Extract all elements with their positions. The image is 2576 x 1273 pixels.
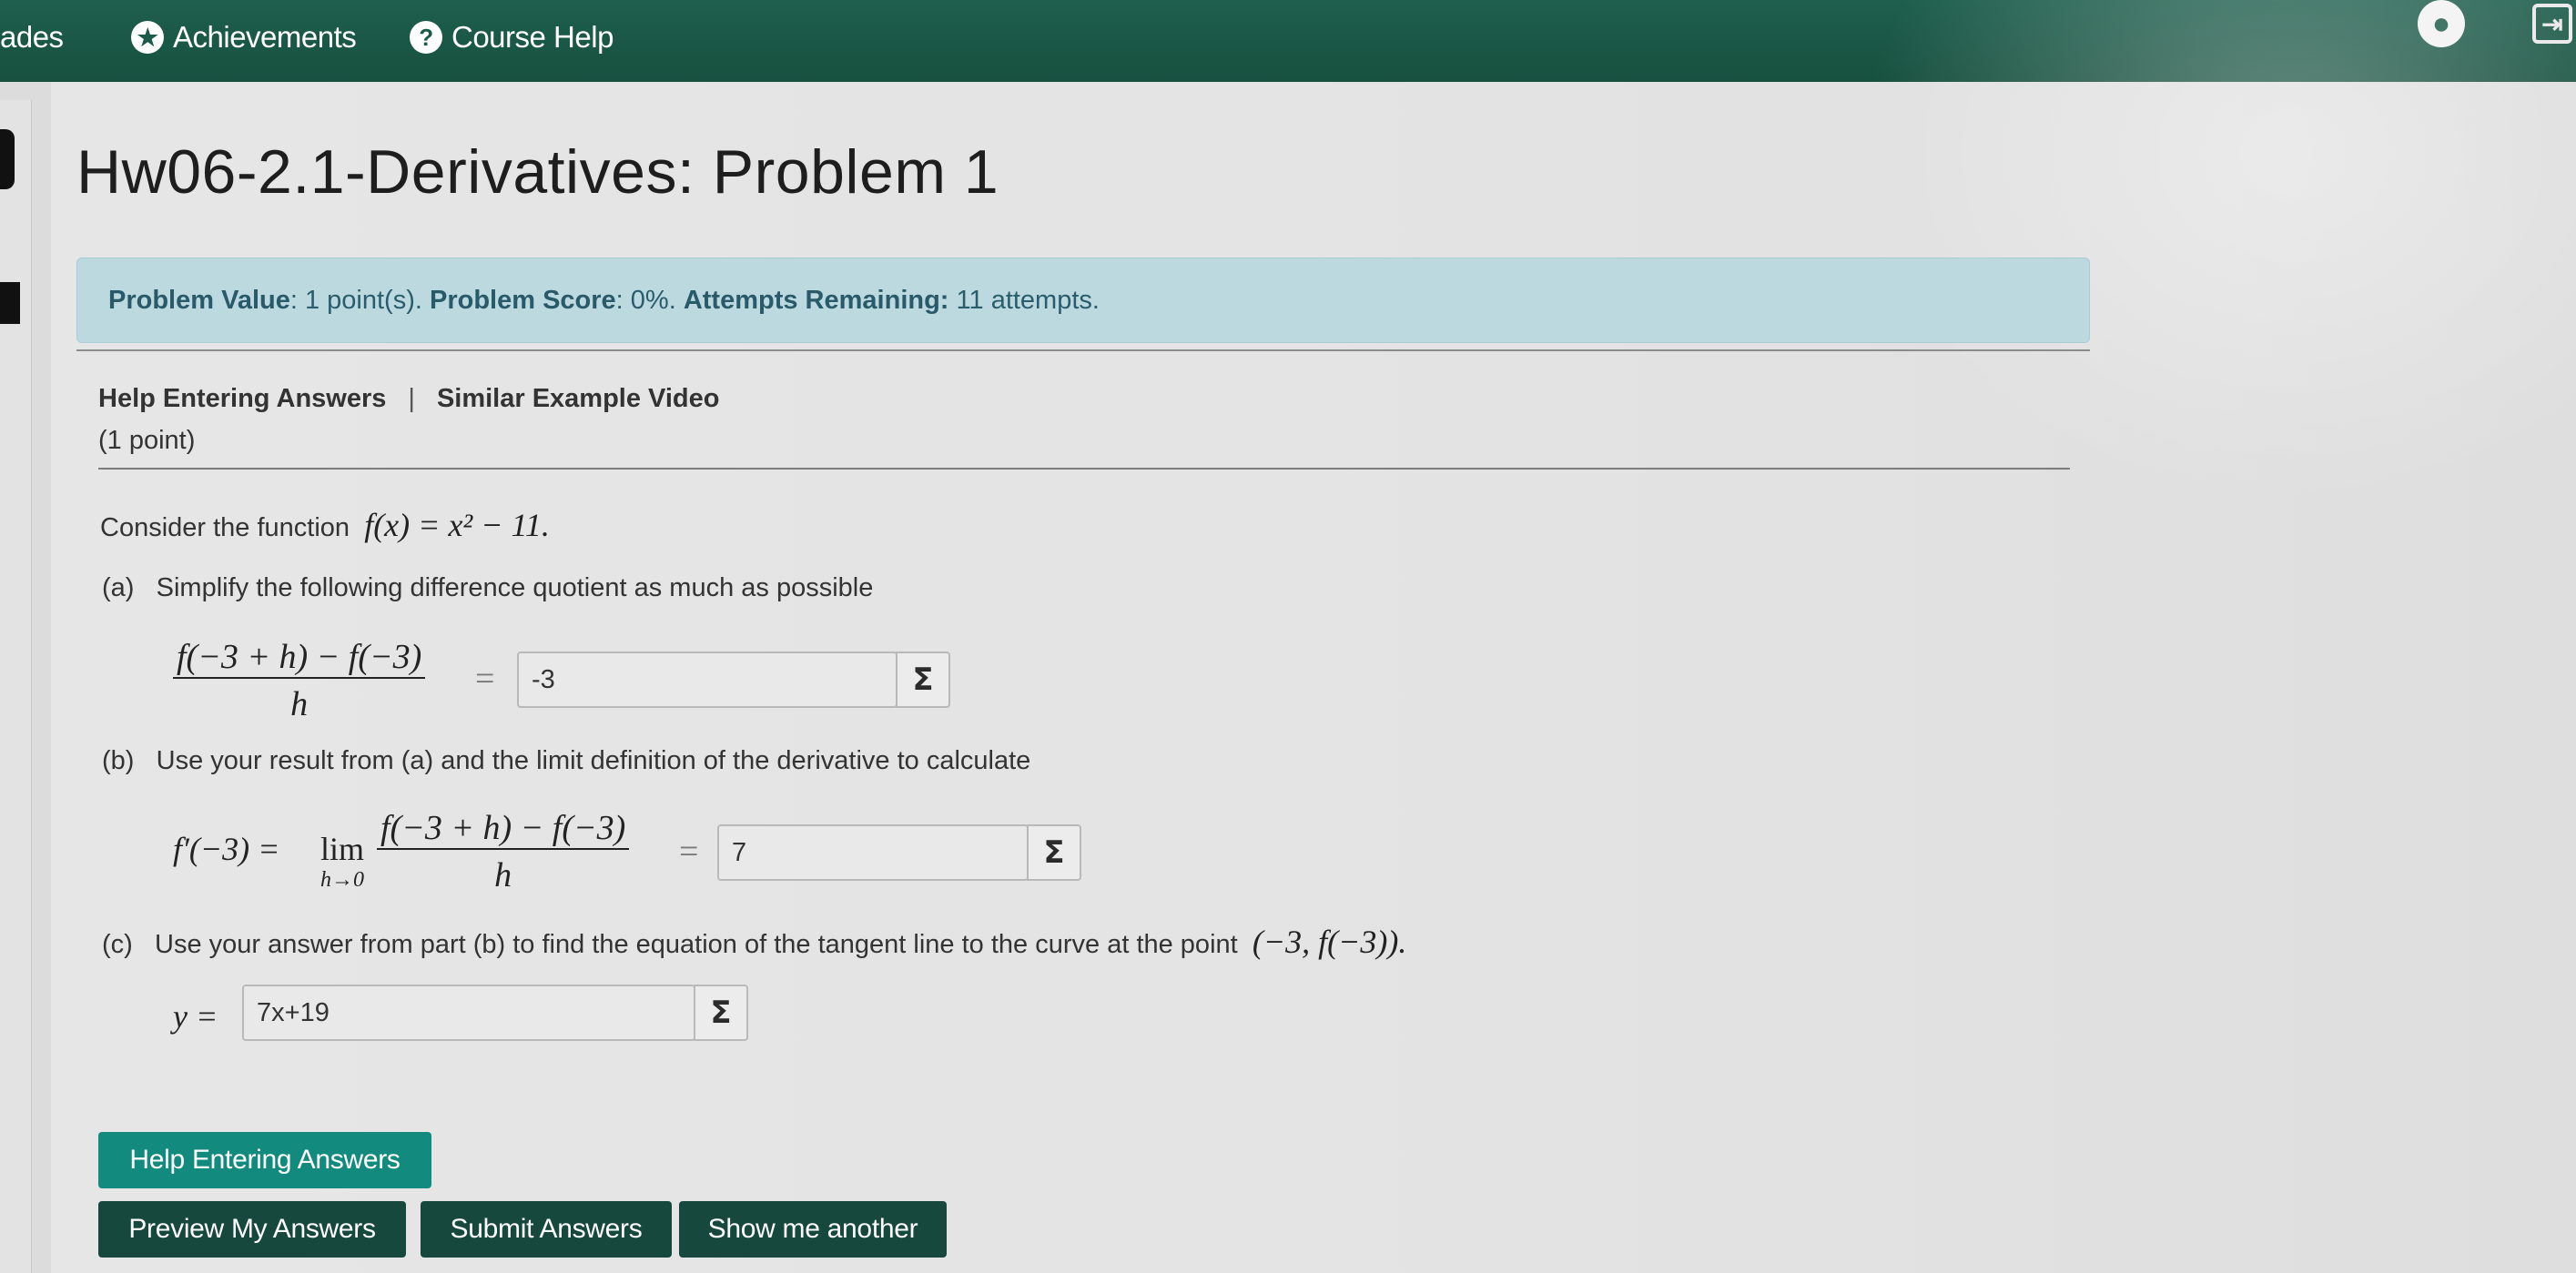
link-separator: | — [408, 384, 415, 413]
part-c-label: (c) — [102, 930, 133, 959]
problem-score-label: Problem Score — [429, 285, 616, 315]
sidebar-toggle-tab[interactable] — [0, 129, 15, 189]
part-a-fraction: f(−3 + h) − f(−3) h — [173, 637, 426, 724]
part-b-numerator: f(−3 + h) − f(−3) — [377, 808, 630, 850]
nav-grades-link[interactable]: ades — [0, 20, 64, 55]
problem-status-alert: Problem Value : 1 point(s). Problem Scor… — [76, 258, 2090, 343]
part-b-prompt: (b) Use your result from (a) and the lim… — [102, 746, 1030, 776]
limit-operator: lim — [320, 831, 365, 867]
problem-value-text: : 1 point(s). — [289, 285, 430, 315]
problem-score-text: : 0%. — [615, 285, 684, 315]
help-entering-answers-button[interactable]: Help Entering Answers — [98, 1132, 431, 1188]
part-c-answer-value: 7x+19 — [257, 997, 330, 1027]
divider — [98, 468, 2070, 470]
part-b-lhs: f′(−3) = — [173, 831, 289, 867]
part-a-text: Simplify the following difference quotie… — [156, 573, 874, 602]
part-b-denominator: h — [494, 856, 512, 894]
left-sidebar-strip — [0, 100, 32, 1273]
part-b-equals: = — [679, 833, 699, 871]
show-me-another-button[interactable]: Show me another — [679, 1201, 947, 1258]
logout-icon[interactable]: ⇥ — [2532, 4, 2572, 44]
submit-answers-button[interactable]: Submit Answers — [421, 1201, 672, 1258]
attempts-text: 11 attempts. — [948, 285, 1100, 315]
part-c-answer-input[interactable]: 7x+19 — [242, 985, 695, 1041]
problem-points: (1 point) — [98, 426, 196, 455]
similar-example-video-link[interactable]: Similar Example Video — [437, 384, 720, 414]
part-c-equation-editor-button[interactable]: Σ — [694, 985, 748, 1041]
problem-intro: Consider the function f(x) = x² − 11. — [100, 506, 550, 544]
part-b-text: Use your result from (a) and the limit d… — [156, 746, 1031, 775]
part-a-label: (a) — [102, 573, 135, 602]
part-c-text: Use your answer from part (b) to find th… — [155, 930, 1245, 959]
part-b-lhs-wrap: f′(−3) = — [173, 830, 288, 868]
nav-achievements-label: Achievements — [173, 20, 357, 54]
user-icon[interactable]: ● — [2418, 0, 2465, 47]
part-b-equation-editor-button[interactable]: Σ — [1027, 824, 1081, 881]
sidebar-marker — [0, 282, 20, 324]
preview-answers-button[interactable]: Preview My Answers — [98, 1201, 406, 1258]
part-a-denominator: h — [290, 685, 309, 723]
part-b-fraction: f(−3 + h) − f(−3) h — [377, 808, 630, 895]
page-title: Hw06-2.1-Derivatives: Problem 1 — [76, 137, 999, 207]
problem-value-label: Problem Value — [108, 285, 290, 315]
nav-course-help-label: Course Help — [451, 20, 614, 54]
question-icon: ? — [410, 21, 442, 54]
part-a-numerator: f(−3 + h) − f(−3) — [173, 637, 426, 679]
divider — [76, 349, 2090, 351]
part-c-lhs-wrap: y = — [173, 997, 218, 1036]
problem-links: Help Entering Answers | Similar Example … — [98, 384, 719, 414]
part-a-prompt: (a) Simplify the following difference qu… — [102, 573, 873, 603]
function-definition: f(x) = x² − 11. — [364, 507, 550, 543]
part-a-equation-editor-button[interactable]: Σ — [896, 652, 950, 708]
top-navbar: ades ★ Achievements ? Course Help ● ⇥ — [0, 0, 2576, 82]
help-entering-answers-link[interactable]: Help Entering Answers — [98, 384, 386, 414]
part-a-answer-value: -3 — [532, 664, 555, 694]
part-b-answer-input[interactable]: 7 — [717, 824, 1029, 881]
nav-course-help-link[interactable]: ? Course Help — [410, 20, 614, 55]
intro-text: Consider the function — [100, 513, 358, 542]
part-a-equals: = — [475, 660, 495, 698]
part-a-answer-input[interactable]: -3 — [517, 652, 898, 708]
attempts-label: Attempts Remaining: — [683, 285, 949, 315]
star-icon: ★ — [131, 21, 164, 54]
part-b-limit: lim h→0 — [320, 830, 364, 893]
part-b-label: (b) — [102, 746, 135, 775]
nav-achievements-link[interactable]: ★ Achievements — [131, 20, 357, 55]
part-c-point: (−3, f(−3)). — [1252, 924, 1407, 960]
part-c-prompt: (c) Use your answer from part (b) to fin… — [102, 923, 1406, 961]
limit-subscript: h→0 — [320, 868, 364, 892]
part-c-lhs: y = — [173, 998, 218, 1035]
part-b-answer-value: 7 — [732, 837, 747, 867]
nav-grades-label: ades — [0, 20, 64, 54]
